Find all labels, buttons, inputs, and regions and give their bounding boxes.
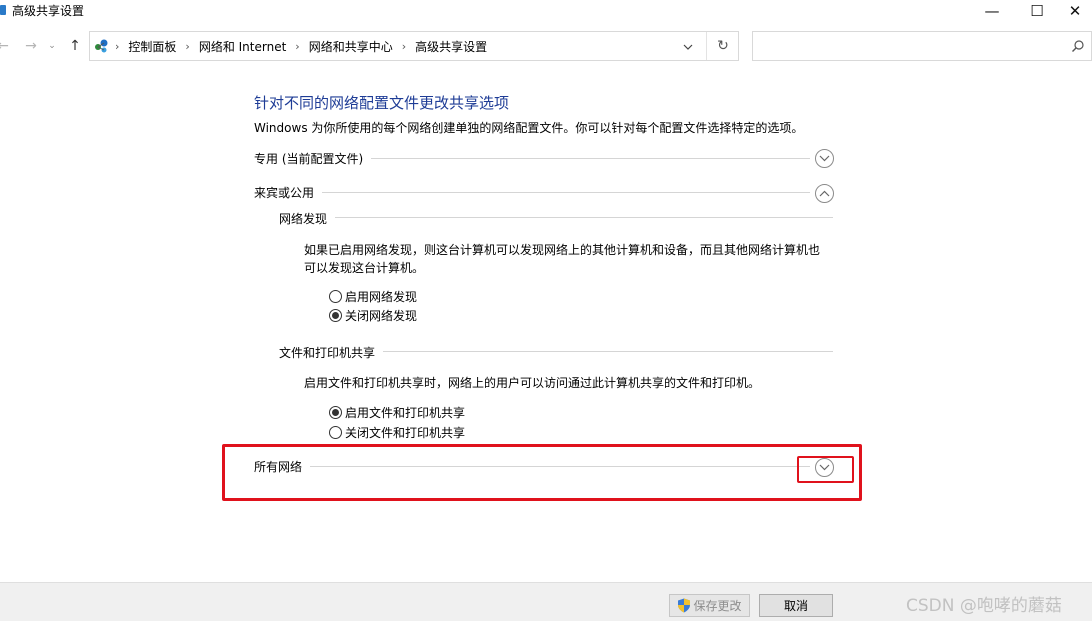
control-panel-icon [95, 39, 108, 53]
maximize-icon: ☐ [1030, 2, 1044, 20]
profile-guest-label[interactable]: 来宾或公用 [254, 184, 323, 201]
title-bar: 高级共享设置 — ☐ ✕ [0, 0, 1092, 22]
radio-enable-network-discovery[interactable]: 启用网络发现 [329, 288, 417, 305]
chevron-down-icon [819, 155, 830, 162]
arrow-right-icon: → [25, 38, 37, 54]
address-divider [706, 32, 707, 60]
profile-guest-collapse-button[interactable] [815, 184, 834, 203]
chevron-down-icon [683, 44, 693, 50]
radio-dot [332, 312, 339, 319]
chevron-right-icon[interactable]: › [185, 40, 189, 53]
search-input[interactable] [752, 31, 1092, 61]
breadcrumb: › 控制面板 › 网络和 Internet › 网络和共享中心 › 高级共享设置 [110, 38, 487, 55]
up-button[interactable]: ↑ [66, 36, 84, 56]
radio-disable-file-printer-sharing[interactable]: 关闭文件和打印机共享 [329, 424, 465, 441]
window-title: 高级共享设置 [12, 4, 85, 18]
annotation-highlight-expand [797, 456, 854, 483]
radio-button-selected[interactable] [329, 406, 342, 419]
file-printer-sharing-description: 启用文件和打印机共享时，网络上的用户可以访问通过此计算机共享的文件和打印机。 [304, 376, 761, 390]
annotation-highlight-box [222, 444, 862, 501]
settings-content: 针对不同的网络配置文件更改共享选项 Windows 为你所使用的每个网络创建单独… [0, 61, 1092, 582]
advanced-sharing-window: 高级共享设置 — ☐ ✕ ← → ⌄ ↑ › 控制面板 › 网络和 Intern… [0, 0, 1092, 621]
profile-private-expand-button[interactable] [815, 149, 834, 168]
breadcrumb-control-panel[interactable]: 控制面板 [128, 38, 176, 55]
address-bar[interactable]: › 控制面板 › 网络和 Internet › 网络和共享中心 › 高级共享设置… [89, 31, 739, 61]
recent-locations-button[interactable]: ⌄ [47, 36, 57, 56]
radio-label[interactable]: 启用网络发现 [345, 288, 417, 305]
chevron-down-icon: ⌄ [48, 41, 56, 51]
section-divider [279, 217, 833, 218]
navigation-bar: ← → ⌄ ↑ › 控制面板 › 网络和 Internet › 网络和共享中心 … [0, 31, 1092, 61]
uac-shield-icon [678, 598, 691, 613]
save-button[interactable]: 保存更改 [669, 594, 750, 617]
address-history-button[interactable] [679, 38, 697, 56]
cancel-button-label: 取消 [783, 599, 808, 613]
chevron-right-icon[interactable]: › [402, 40, 406, 53]
arrow-up-icon: ↑ [69, 38, 81, 54]
breadcrumb-network-internet[interactable]: 网络和 Internet [199, 38, 286, 55]
cancel-button[interactable]: 取消 [759, 594, 833, 617]
back-button[interactable]: ← [0, 36, 12, 56]
page-title: 针对不同的网络配置文件更改共享选项 [254, 94, 510, 112]
section-divider [254, 192, 810, 193]
network-discovery-title: 网络发现 [279, 210, 336, 227]
radio-label[interactable]: 关闭网络发现 [345, 307, 417, 324]
search-icon [1072, 40, 1084, 52]
radio-enable-file-printer-sharing[interactable]: 启用文件和打印机共享 [329, 404, 465, 421]
watermark: CSDN @咆哮的蘑菇 [906, 596, 1062, 616]
forward-button[interactable]: → [22, 36, 40, 56]
save-button-label: 保存更改 [693, 599, 742, 613]
radio-label[interactable]: 关闭文件和打印机共享 [345, 424, 465, 441]
minimize-button[interactable]: — [969, 0, 1015, 22]
profile-private-label[interactable]: 专用 (当前配置文件) [254, 150, 372, 167]
maximize-button[interactable]: ☐ [1014, 0, 1060, 22]
chevron-right-icon[interactable]: › [295, 40, 299, 53]
footer-bar: 保存更改 取消 CSDN @咆哮的蘑菇 [0, 582, 1092, 621]
minimize-icon: — [984, 2, 1000, 20]
refresh-icon: ↻ [717, 38, 729, 54]
network-app-icon [0, 5, 6, 15]
arrow-left-icon: ← [0, 38, 9, 54]
refresh-button[interactable]: ↻ [714, 37, 732, 55]
radio-disable-network-discovery[interactable]: 关闭网络发现 [329, 307, 417, 324]
close-icon: ✕ [1068, 2, 1082, 20]
radio-button[interactable] [329, 290, 342, 303]
radio-button-selected[interactable] [329, 309, 342, 322]
breadcrumb-network-sharing-center[interactable]: 网络和共享中心 [309, 38, 393, 55]
chevron-right-icon: › [115, 40, 120, 53]
chevron-up-icon [819, 190, 830, 197]
page-intro: Windows 为你所使用的每个网络创建单独的网络配置文件。你可以针对每个配置文… [254, 121, 804, 135]
radio-dot [332, 409, 339, 416]
network-discovery-description: 如果已启用网络发现，则这台计算机可以发现网络上的其他计算机和设备，而且其他网络计… [304, 243, 821, 275]
breadcrumb-advanced-sharing[interactable]: 高级共享设置 [415, 38, 487, 55]
radio-button[interactable] [329, 426, 342, 439]
close-button[interactable]: ✕ [1058, 0, 1092, 22]
file-printer-sharing-title: 文件和打印机共享 [279, 344, 384, 361]
radio-label[interactable]: 启用文件和打印机共享 [345, 404, 465, 421]
